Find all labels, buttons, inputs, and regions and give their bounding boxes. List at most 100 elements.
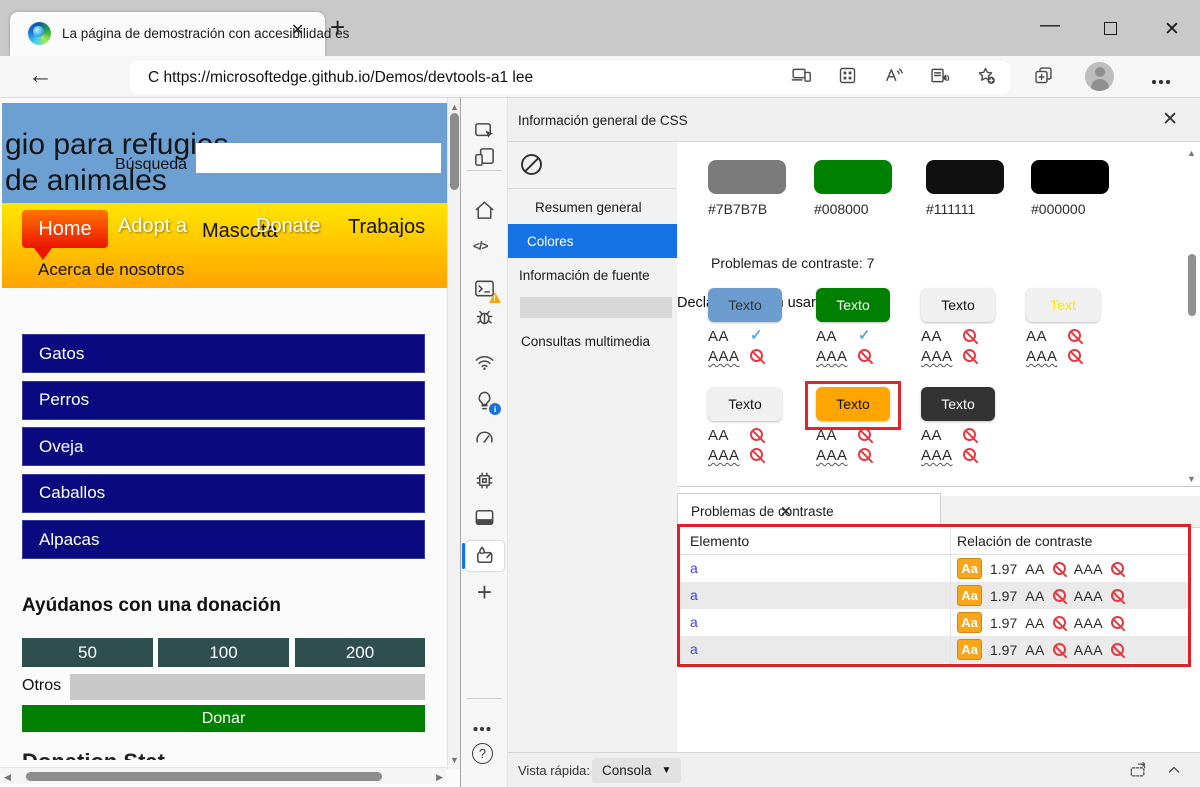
dock-console-icon[interactable] bbox=[1128, 760, 1148, 785]
tab-close-x-icon[interactable]: ✕ bbox=[780, 503, 792, 520]
nav-donate-link[interactable]: Donate bbox=[256, 215, 321, 238]
site-nav: Home Adopt a Mascota Donate Trabajos Ace… bbox=[2, 203, 447, 288]
page-horizontal-scrollbar[interactable]: ◀ ▶ bbox=[0, 767, 447, 784]
more-tools-plus-icon[interactable]: + bbox=[473, 581, 496, 604]
performance-gauge-icon[interactable] bbox=[473, 426, 496, 449]
otros-input[interactable] bbox=[70, 674, 425, 700]
fail-icon bbox=[1111, 562, 1124, 575]
element-link[interactable]: a bbox=[690, 587, 698, 603]
table-row[interactable]: a Aa1.97AAAAA bbox=[680, 555, 1188, 582]
contrast-ratio: 1.97 bbox=[990, 561, 1017, 577]
category-button-perros[interactable]: Perros bbox=[22, 381, 425, 420]
window-minimize-button[interactable]: — bbox=[1040, 14, 1060, 37]
vertical-scroll-thumb[interactable] bbox=[450, 113, 459, 190]
scroll-left-icon[interactable]: ◀ bbox=[4, 772, 11, 783]
aa-label: AA bbox=[1025, 642, 1044, 658]
fail-icon bbox=[963, 349, 976, 362]
column-header-elemento: Elemento bbox=[690, 533, 749, 549]
sidebar-item-placeholder[interactable] bbox=[520, 297, 672, 318]
css-overview-icon[interactable] bbox=[473, 544, 496, 567]
table-row[interactable]: a Aa1.97AAAAA bbox=[680, 609, 1188, 636]
welcome-home-icon[interactable] bbox=[473, 199, 496, 222]
element-link[interactable]: a bbox=[690, 560, 698, 576]
table-row[interactable]: a Aa1.97AAAAA bbox=[680, 636, 1188, 663]
aaa-label: AAA bbox=[921, 447, 953, 464]
fail-icon bbox=[1068, 349, 1081, 362]
element-link[interactable]: a bbox=[690, 614, 698, 630]
help-icon[interactable]: ? bbox=[472, 743, 493, 764]
nav-adopt-link[interactable]: Adopt a bbox=[118, 215, 187, 238]
contrast-issues-tab[interactable]: Problemas de contraste ✕ bbox=[677, 493, 941, 528]
scroll-down-icon[interactable]: ▼ bbox=[1187, 474, 1196, 484]
new-tab-icon[interactable]: + bbox=[330, 12, 345, 43]
horizontal-scroll-thumb[interactable] bbox=[26, 772, 382, 781]
color-swatch[interactable] bbox=[926, 160, 1004, 194]
search-input[interactable] bbox=[196, 143, 441, 173]
network-icon[interactable] bbox=[473, 351, 496, 374]
nav-acerca-link[interactable]: Acerca de nosotros bbox=[38, 260, 184, 280]
devtools-close-icon[interactable]: ✕ bbox=[1162, 108, 1178, 131]
read-aloud-icon[interactable] bbox=[883, 65, 904, 91]
window-close-button[interactable]: ✕ bbox=[1164, 18, 1180, 41]
color-swatch[interactable] bbox=[814, 160, 892, 194]
category-button-caballos[interactable]: Caballos bbox=[22, 474, 425, 513]
color-swatch[interactable] bbox=[708, 160, 786, 194]
add-favorite-star-icon[interactable] bbox=[975, 65, 996, 91]
scroll-right-icon[interactable]: ▶ bbox=[436, 772, 443, 783]
colors-scroll-thumb[interactable] bbox=[1188, 254, 1196, 316]
immersive-reader-icon[interactable] bbox=[929, 65, 950, 91]
contrast-preview-chip: Aa bbox=[957, 639, 982, 660]
contrast-tab-label: Problemas de contraste bbox=[691, 504, 834, 519]
sidebar-item-resumen[interactable]: Resumen general bbox=[508, 190, 677, 224]
nav-trabajos-link[interactable]: Trabajos bbox=[348, 216, 425, 239]
window-maximize-button[interactable] bbox=[1104, 22, 1117, 35]
scroll-up-icon[interactable]: ▲ bbox=[1187, 148, 1196, 158]
sidebar-divider bbox=[508, 188, 677, 189]
sidebar-item-consultas[interactable]: Consultas multimedia bbox=[508, 324, 677, 358]
fail-icon bbox=[858, 448, 871, 461]
settings-more-icon[interactable] bbox=[1152, 80, 1156, 84]
amount-button-100[interactable]: 100 bbox=[158, 638, 289, 667]
inspect-icon[interactable] bbox=[473, 120, 496, 143]
more-options-icon[interactable] bbox=[480, 727, 484, 731]
console-icon[interactable] bbox=[473, 277, 496, 300]
apps-grid-icon[interactable] bbox=[837, 65, 858, 91]
scroll-down-icon[interactable]: ▼ bbox=[450, 755, 459, 765]
browser-tab[interactable]: La página de demostración con accesibili… bbox=[10, 12, 325, 56]
amount-button-200[interactable]: 200 bbox=[295, 638, 425, 667]
application-icon[interactable] bbox=[473, 506, 496, 529]
contrast-issues-section: Problemas de contraste ✕ Elemento Relaci… bbox=[677, 487, 1200, 752]
element-link[interactable]: a bbox=[690, 641, 698, 657]
table-row[interactable]: a Aa1.97AAAAA bbox=[680, 582, 1188, 609]
category-button-alpacas[interactable]: Alpacas bbox=[22, 520, 425, 559]
nav-home-link[interactable]: Home bbox=[22, 210, 108, 248]
device-toolbar-icon[interactable] bbox=[473, 146, 496, 169]
clear-overview-icon[interactable] bbox=[521, 154, 542, 175]
address-bar[interactable]: C https://microsoftedge.github.io/Demos/… bbox=[130, 61, 1010, 94]
scroll-up-icon[interactable]: ▲ bbox=[450, 102, 459, 112]
donar-button[interactable]: Donar bbox=[22, 705, 425, 732]
collections-icon[interactable] bbox=[1033, 65, 1054, 91]
fail-icon bbox=[750, 349, 763, 362]
device-emulation-icon[interactable] bbox=[791, 65, 812, 91]
fail-icon bbox=[1053, 562, 1066, 575]
category-button-gatos[interactable]: Gatos bbox=[22, 334, 425, 373]
category-button-oveja[interactable]: Oveja bbox=[22, 427, 425, 466]
color-swatch[interactable] bbox=[1031, 160, 1109, 194]
back-button[interactable]: ← bbox=[28, 61, 53, 90]
elements-icon[interactable]: </> bbox=[473, 239, 496, 262]
colors-scrollbar[interactable]: ▲ ▼ bbox=[1186, 142, 1198, 487]
tab-close-icon[interactable]: ✕ bbox=[291, 20, 304, 40]
sidebar-item-colores[interactable]: Colores bbox=[508, 224, 677, 258]
aa-label: AA bbox=[1025, 615, 1044, 631]
contrast-issues-title: Problemas de contraste: 7 bbox=[711, 255, 874, 271]
profile-avatar[interactable] bbox=[1085, 62, 1114, 91]
amount-button-50[interactable]: 50 bbox=[22, 638, 153, 667]
sidebar-item-fuente[interactable]: Información de fuente bbox=[508, 258, 677, 292]
memory-chip-icon[interactable] bbox=[473, 469, 496, 492]
quick-view-dropdown[interactable]: Consola ▼ bbox=[592, 758, 681, 783]
expand-quick-view-icon[interactable] bbox=[1164, 760, 1184, 785]
hints-lightbulb-icon[interactable]: i bbox=[473, 389, 496, 412]
debug-bug-icon[interactable] bbox=[473, 306, 496, 329]
page-vertical-scrollbar[interactable]: ▲ ▼ bbox=[447, 98, 460, 769]
